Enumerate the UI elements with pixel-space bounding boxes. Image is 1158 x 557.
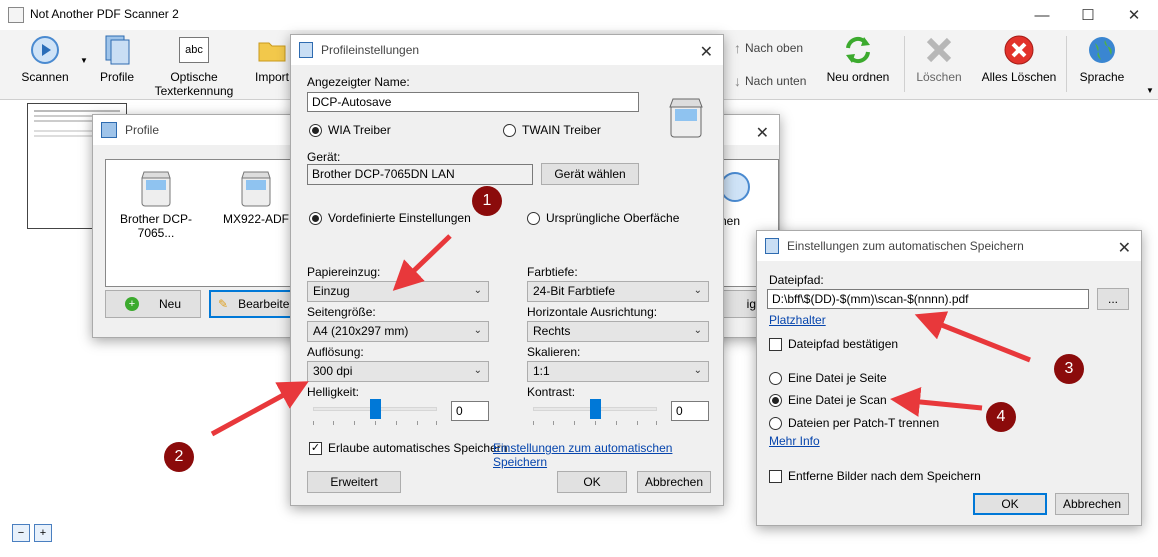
annotation-badge: 2 <box>164 442 194 472</box>
arrow-4 <box>890 387 983 417</box>
arrow-3 <box>914 311 1031 363</box>
arrow-2 <box>210 381 309 437</box>
annotation-arrows <box>210 234 1031 437</box>
annotation-badge: 4 <box>986 402 1016 432</box>
arrow-1 <box>392 234 452 291</box>
annotation-badge: 3 <box>1054 354 1084 384</box>
annotation-badge: 1 <box>472 186 502 216</box>
